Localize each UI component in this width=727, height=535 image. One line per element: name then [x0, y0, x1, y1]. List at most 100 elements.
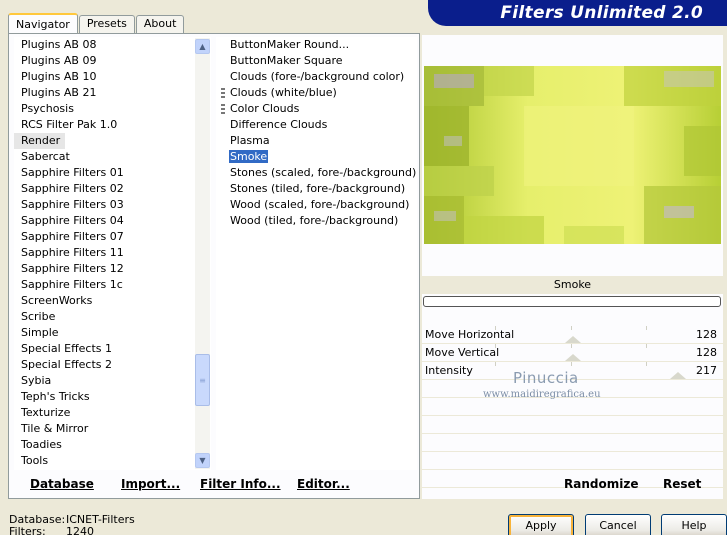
filter-item[interactable]: Color Clouds	[216, 101, 417, 117]
filter-item-label: Smoke	[229, 150, 269, 163]
scroll-thumb[interactable]: ≡	[195, 354, 210, 406]
randomize-button[interactable]: Randomize	[564, 477, 638, 491]
category-item[interactable]: RCS Filter Pak 1.0	[14, 117, 211, 133]
empty-param-row	[422, 452, 723, 470]
slider-tick	[495, 362, 496, 366]
slider-tick	[571, 362, 572, 366]
category-item[interactable]: Plugins AB 10	[14, 69, 211, 85]
app-title: Filters Unlimited 2.0	[500, 3, 703, 23]
watermark-name: Pinuccia	[513, 369, 579, 387]
category-item[interactable]: Sapphire Filters 03	[14, 197, 211, 213]
tab-bar: Navigator Presets About	[8, 12, 185, 35]
category-item[interactable]: Plugins AB 21	[14, 85, 211, 101]
filter-item-label: Wood (tiled, fore-/background)	[230, 214, 399, 227]
navigator-buttons: Database Import... Filter Info... Editor…	[14, 474, 418, 496]
category-item[interactable]: Sapphire Filters 02	[14, 181, 211, 197]
category-item[interactable]: Sapphire Filters 01	[14, 165, 211, 181]
cancel-button[interactable]: Cancel	[585, 514, 651, 535]
filter-item[interactable]: Stones (scaled, fore-/background)	[216, 165, 417, 181]
tab-navigator[interactable]: Navigator	[8, 13, 78, 35]
category-item[interactable]: Sapphire Filters 07	[14, 229, 211, 245]
category-item[interactable]: Sapphire Filters 1c	[14, 277, 211, 293]
filter-item[interactable]: Wood (scaled, fore-/background)	[216, 197, 417, 213]
filter-item-label: Difference Clouds	[230, 118, 328, 131]
category-item[interactable]: Special Effects 1	[14, 341, 211, 357]
grip-icon	[221, 104, 225, 115]
category-item[interactable]: Plugins AB 09	[14, 53, 211, 69]
import-button[interactable]: Import...	[121, 477, 180, 491]
filter-info-button[interactable]: Filter Info...	[200, 477, 281, 491]
filter-item[interactable]: ButtonMaker Round...	[216, 37, 417, 53]
category-item[interactable]: Sabercat	[14, 149, 211, 165]
filter-settings-panel: Smoke Move Horizontal 128 Move Vertical 128…	[422, 35, 723, 499]
param-row[interactable]: Move Vertical 128	[422, 344, 723, 362]
category-item[interactable]: Sapphire Filters 04	[14, 213, 211, 229]
param-label: Move Vertical	[425, 346, 500, 359]
category-item[interactable]: Toadies	[14, 437, 211, 453]
param-value: 217	[696, 364, 717, 377]
category-item[interactable]: Teph's Tricks	[14, 389, 211, 405]
scroll-up-button[interactable]: ▲	[195, 39, 210, 54]
filter-item[interactable]: Clouds (fore-/background color)	[216, 69, 417, 85]
slider-thumb[interactable]	[565, 354, 581, 361]
filter-item-label: Clouds (fore-/background color)	[230, 70, 405, 83]
preview-image	[424, 66, 721, 244]
status-info: Database:ICNET-Filters Filters: 1240	[9, 514, 135, 535]
filter-item[interactable]: Difference Clouds	[216, 117, 417, 133]
slider-thumb[interactable]	[670, 372, 686, 379]
filter-item-label: Color Clouds	[230, 102, 300, 115]
param-row[interactable]: Move Horizontal 128	[422, 326, 723, 344]
category-item[interactable]: Texturize	[14, 405, 211, 421]
category-item[interactable]: Plugins AB 08	[14, 37, 211, 53]
reset-button[interactable]: Reset	[663, 477, 701, 491]
help-button[interactable]: Help	[661, 514, 727, 535]
filter-item-label: Plasma	[230, 134, 270, 147]
category-item[interactable]: Sapphire Filters 12	[14, 261, 211, 277]
slider-tick	[646, 362, 647, 366]
category-item[interactable]: Special Effects 2	[14, 357, 211, 373]
title-banner: Filters Unlimited 2.0	[428, 0, 727, 26]
filter-list[interactable]: ButtonMaker Round... ButtonMaker Square Cl…	[216, 37, 417, 470]
filter-item[interactable]: Wood (tiled, fore-/background)	[216, 213, 417, 229]
selected-filter-label: Smoke	[422, 276, 723, 294]
editor-button[interactable]: Editor...	[297, 477, 350, 491]
filter-item[interactable]: Clouds (white/blue)	[216, 85, 417, 101]
category-item[interactable]: Tile & Mirror	[14, 421, 211, 437]
category-item[interactable]: Tools	[14, 453, 211, 469]
param-label: Intensity	[425, 364, 473, 377]
empty-param-row	[422, 416, 723, 434]
grip-icon	[221, 88, 225, 99]
filter-item-label: Stones (tiled, fore-/background)	[230, 182, 406, 195]
category-scrollbar[interactable]: ▲ ≡ ▼	[195, 38, 210, 469]
filter-item[interactable]: Plasma	[216, 133, 417, 149]
filter-item-label: Clouds (white/blue)	[230, 86, 337, 99]
filter-item-label: ButtonMaker Square	[230, 54, 343, 67]
parameter-list: Move Horizontal 128 Move Vertical 128 Intens…	[422, 326, 723, 488]
progress-bar	[423, 296, 721, 307]
filter-item-label: Stones (scaled, fore-/background)	[230, 166, 417, 179]
apply-button[interactable]: Apply	[508, 514, 574, 535]
filter-item[interactable]: Stones (tiled, fore-/background)	[216, 181, 417, 197]
category-item[interactable]: Simple	[14, 325, 211, 341]
tab-about[interactable]: About	[135, 15, 185, 34]
category-item[interactable]: Scribe	[14, 309, 211, 325]
empty-param-row	[422, 398, 723, 416]
filter-item[interactable]: ButtonMaker Square	[216, 53, 417, 69]
param-value: 128	[696, 346, 717, 359]
settings-buttons: Randomize Reset	[422, 474, 723, 496]
category-list[interactable]: Plugins AB 08 Plugins AB 09 Plugins AB 10 P…	[14, 37, 211, 470]
slider-tick	[571, 344, 572, 348]
slider-thumb[interactable]	[565, 336, 581, 343]
category-item[interactable]: Sapphire Filters 11	[14, 245, 211, 261]
slider-tick	[571, 326, 572, 330]
category-item[interactable]: Sybia	[14, 373, 211, 389]
category-item[interactable]: ScreenWorks	[14, 293, 211, 309]
database-button[interactable]: Database	[30, 477, 94, 491]
scroll-down-button[interactable]: ▼	[195, 453, 210, 468]
tab-presets[interactable]: Presets	[78, 15, 135, 34]
category-item[interactable]: Render	[14, 133, 66, 149]
filter-item-label: ButtonMaker Round...	[230, 38, 350, 51]
filters-count-value: 1240	[66, 525, 94, 535]
category-item[interactable]: Psychosis	[14, 101, 211, 117]
filter-item[interactable]: Smoke	[216, 149, 417, 165]
